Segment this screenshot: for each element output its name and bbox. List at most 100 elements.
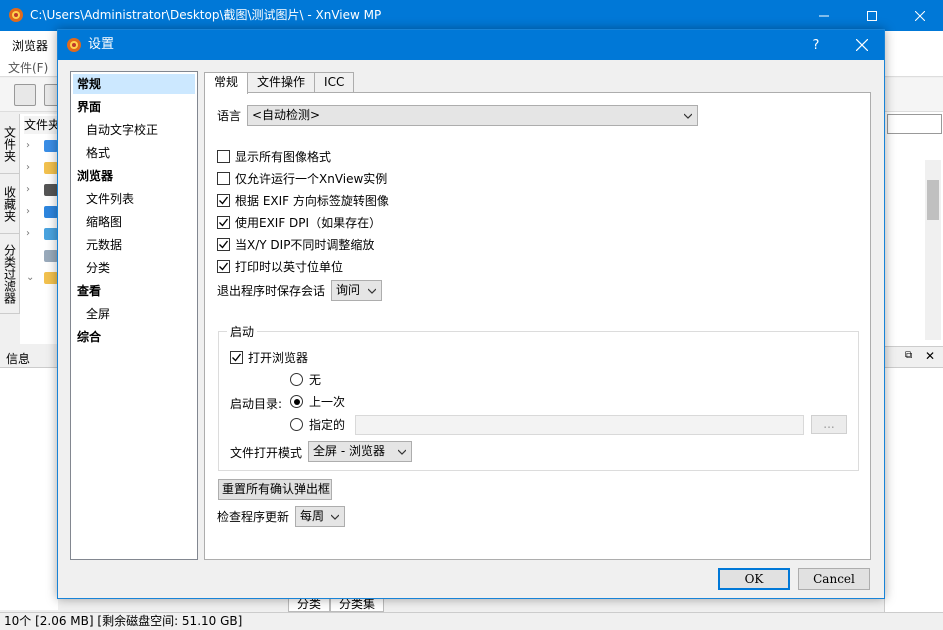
info-panel-header: 信息 — [0, 346, 58, 368]
help-button[interactable]: ? — [798, 30, 834, 60]
checkbox-label: 当X/Y DIP不同时调整缩放 — [235, 238, 375, 252]
folder-panel: 文件夹 › › › › › ⌄ — [20, 114, 60, 344]
reset-confirmations-button[interactable]: 重置所有确认弹出框 — [218, 479, 332, 500]
filter-input[interactable] — [887, 114, 942, 134]
tree-collapse-icon[interactable]: ⌄ — [26, 272, 34, 283]
library-icon — [44, 206, 58, 218]
checkbox-label: 使用EXIF DPI（如果存在） — [235, 216, 382, 230]
ok-button[interactable]: OK — [718, 568, 790, 590]
nav-categories[interactable]: 分类 — [73, 258, 195, 278]
tree-expander-icon[interactable]: › — [26, 162, 30, 173]
preview-panel-header: ⧉ ✕ — [885, 346, 943, 368]
file-open-mode-select[interactable]: 全屏 - 浏览器 — [308, 441, 412, 462]
file-open-mode-label: 文件打开模式 — [230, 446, 303, 460]
nav-general[interactable]: 常规 — [73, 74, 195, 94]
tree-expander-icon[interactable]: › — [26, 140, 30, 151]
radio-label: 指定的 — [309, 418, 346, 432]
xnview-app-icon — [66, 37, 82, 56]
folder-icon — [44, 272, 58, 284]
check-update-select[interactable]: 每周 — [295, 506, 345, 527]
dialog-title: 设置 — [88, 37, 115, 52]
restore-icon[interactable]: ⧉ — [905, 350, 912, 361]
checkmark-icon — [217, 216, 230, 229]
chevron-down-icon — [331, 514, 339, 520]
startup-dir-label: 启动目录: — [230, 397, 283, 411]
language-value: <自动检测> — [252, 108, 321, 122]
radio-off-icon — [290, 418, 303, 431]
nav-auto-text-correction[interactable]: 自动文字校正 — [73, 120, 195, 140]
nav-formats[interactable]: 格式 — [73, 143, 195, 163]
toolbar-button-1[interactable] — [14, 84, 36, 106]
xnview-app-icon — [8, 7, 24, 26]
computer-icon — [44, 184, 58, 196]
checkmark-icon — [217, 260, 230, 273]
folder-panel-header: 文件夹 — [24, 116, 61, 134]
nav-view[interactable]: 查看 — [73, 281, 195, 301]
status-bar: 10个 [2.06 MB] [剩余磁盘空间: 51.10 GB] — [0, 612, 943, 630]
startup-dir-path-input[interactable] — [355, 415, 804, 435]
radio-on-icon — [290, 395, 303, 408]
checkbox-unchecked-icon — [217, 150, 230, 163]
tab-general[interactable]: 常规 — [204, 72, 249, 94]
minimize-icon[interactable] — [801, 0, 847, 31]
chevron-down-icon — [368, 288, 376, 294]
language-select[interactable]: <自动检测> — [247, 105, 698, 126]
file-list-scrollbar[interactable] — [925, 160, 941, 340]
tree-expander-icon[interactable]: › — [26, 184, 30, 195]
tab-category-set[interactable]: 分类集 — [330, 598, 385, 612]
nav-interface[interactable]: 界面 — [73, 97, 195, 117]
scrollbar-thumb[interactable] — [927, 180, 939, 220]
info-panel — [0, 368, 58, 610]
side-tab-category-filter[interactable]: 分类过滤器 — [0, 234, 20, 314]
browse-button[interactable]: ... — [811, 415, 847, 434]
drive-icon — [44, 140, 58, 152]
radio-label: 上一次 — [309, 395, 346, 409]
tree-expander-icon[interactable]: › — [26, 228, 30, 239]
language-label: 语言 — [217, 109, 242, 123]
dialog-close-icon[interactable] — [840, 30, 884, 60]
checkmark-icon — [230, 351, 243, 364]
side-tabs: 文件夹 收藏夹 分类过滤器 — [0, 114, 20, 314]
nav-metadata[interactable]: 元数据 — [73, 235, 195, 255]
right-panel: ⧉ ✕ — [884, 112, 943, 612]
file-open-mode-value: 全屏 - 浏览器 — [313, 444, 385, 458]
checkmark-icon — [217, 194, 230, 207]
radio-label: 无 — [309, 373, 322, 387]
settings-nav-tree: 常规 界面 自动文字校正 格式 浏览器 文件列表 缩略图 元数据 分类 查看 全… — [70, 71, 198, 560]
chevron-down-icon — [684, 113, 692, 119]
check-update-value: 每周 — [300, 509, 325, 523]
nav-fullscreen[interactable]: 全屏 — [73, 304, 195, 324]
side-tab-folders[interactable]: 文件夹 — [0, 114, 20, 174]
nav-browser[interactable]: 浏览器 — [73, 166, 195, 186]
save-session-select[interactable]: 询问 — [331, 280, 382, 301]
checkbox-label: 打开浏览器 — [248, 351, 309, 365]
info-label: 信息 — [6, 352, 31, 366]
tab-icc[interactable]: ICC — [314, 72, 355, 93]
general-tab-page: 语言 <自动检测> 显示所有图像格式 仅允许运行一个XnView实例 根据 EX… — [204, 92, 871, 560]
chevron-down-icon — [398, 449, 406, 455]
save-session-value: 询问 — [336, 283, 361, 297]
nav-file-list[interactable]: 文件列表 — [73, 189, 195, 209]
network-drive-icon — [44, 250, 58, 262]
radio-off-icon — [290, 373, 303, 386]
startup-group-title: 启动 — [227, 323, 258, 340]
main-window-title: C:\Users\Administrator\Desktop\截图\测试图片\ … — [30, 8, 382, 22]
bottom-tabs: 分类 分类集 — [288, 598, 385, 612]
tree-expander-icon[interactable]: › — [26, 206, 30, 217]
side-tab-favorites[interactable]: 收藏夹 — [0, 174, 20, 234]
menu-file[interactable]: 文件(F) — [8, 59, 48, 76]
check-update-label: 检查程序更新 — [217, 510, 290, 524]
checkbox-label: 打印时以英寸位单位 — [235, 260, 344, 274]
panel-close-icon[interactable]: ✕ — [925, 349, 935, 363]
maximize-icon[interactable] — [849, 0, 895, 31]
checkbox-unchecked-icon — [217, 172, 230, 185]
nav-thumbnails[interactable]: 缩略图 — [73, 212, 195, 232]
settings-tabs: 常规 文件操作 ICC — [204, 72, 355, 94]
tab-category[interactable]: 分类 — [288, 598, 331, 612]
tab-browser[interactable]: 浏览器 — [6, 35, 54, 56]
main-close-icon[interactable] — [897, 0, 943, 31]
nav-misc[interactable]: 综合 — [73, 327, 195, 347]
cancel-button[interactable]: Cancel — [798, 568, 870, 590]
network-icon — [44, 228, 58, 240]
tab-file-operations[interactable]: 文件操作 — [247, 72, 316, 93]
